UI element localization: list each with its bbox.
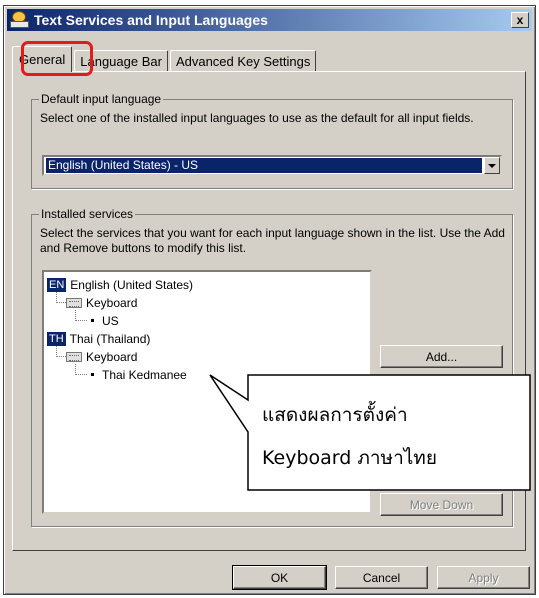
callout-line-2: Keyboard ภาษาไทย [262, 447, 437, 469]
callout-line-1: แสดงผลการตั้งค่า [262, 404, 408, 426]
callout-bubble [209, 374, 531, 491]
